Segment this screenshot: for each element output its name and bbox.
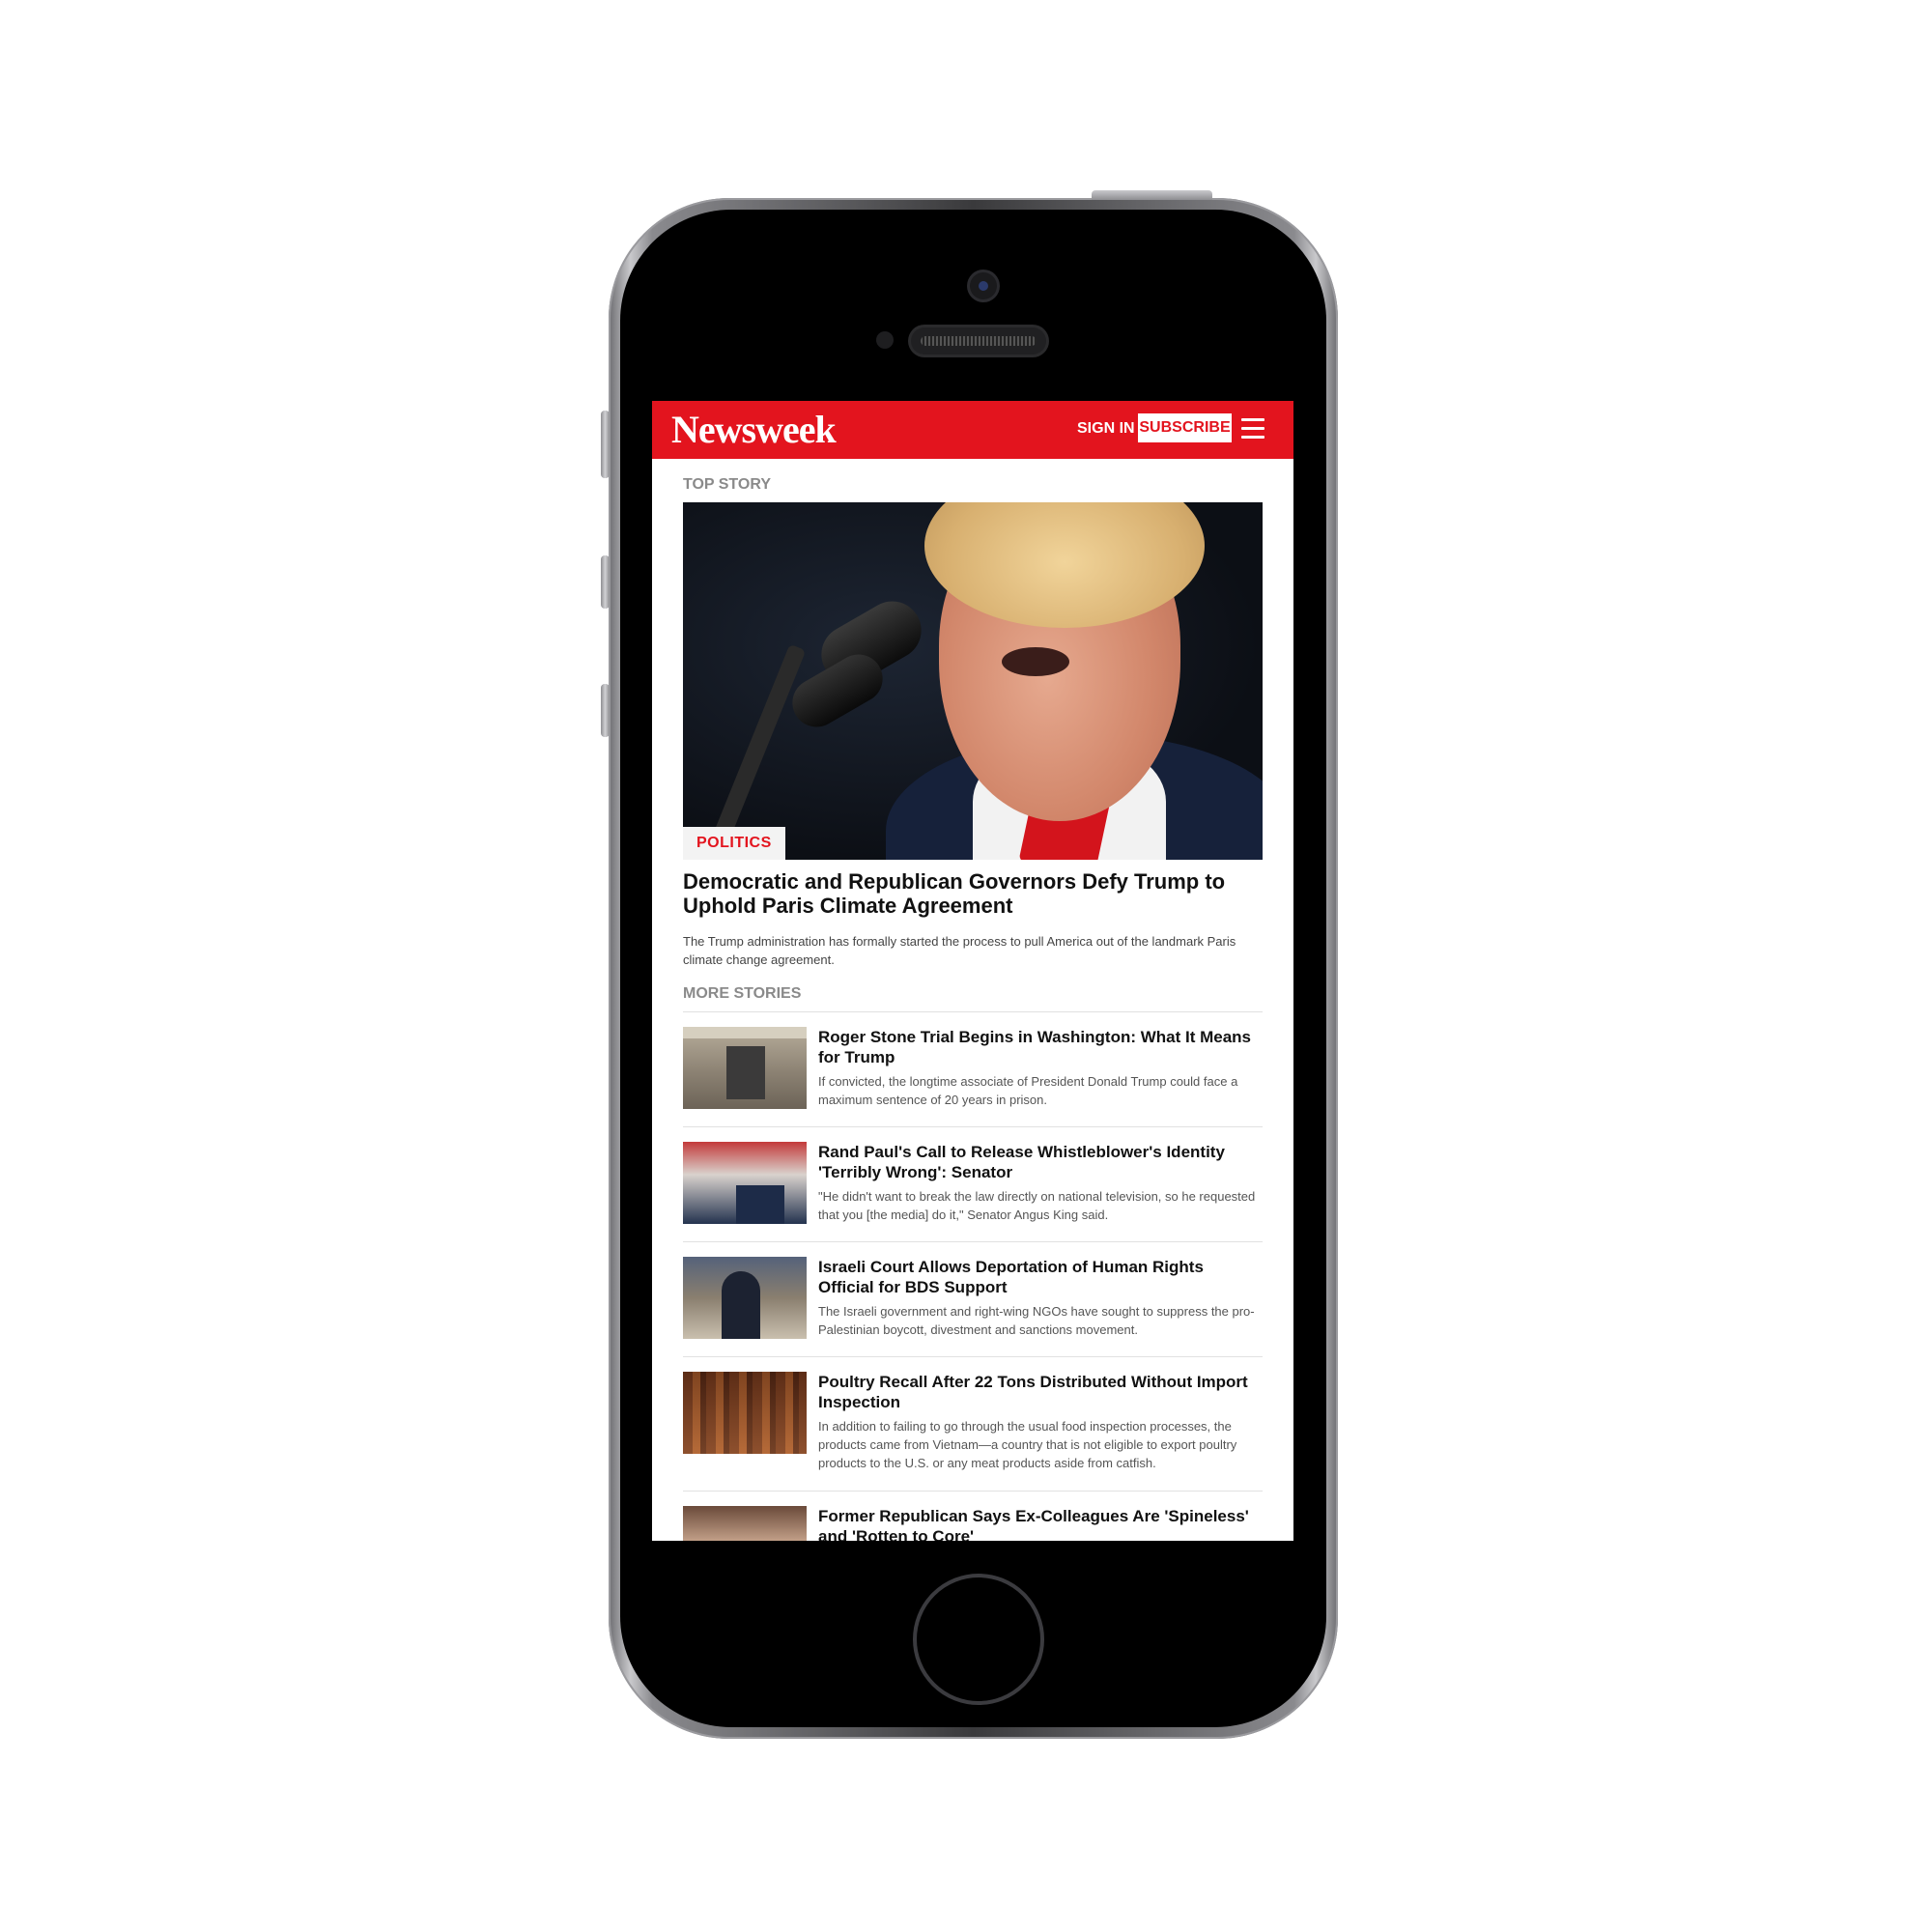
top-story-summary: The Trump administration has formally st… [683, 934, 1236, 967]
story-thumbnail[interactable] [683, 1372, 807, 1454]
story-headline[interactable]: Roger Stone Trial Begins in Washington: … [818, 1027, 1263, 1067]
category-tag[interactable]: POLITICS [683, 827, 785, 860]
top-story-label: TOP STORY [683, 476, 771, 493]
story-thumbnail[interactable] [683, 1142, 807, 1224]
story-headline[interactable]: Poultry Recall After 22 Tons Distributed… [818, 1372, 1263, 1412]
site-header: Newsweek SIGN IN SUBSCRIBE [652, 401, 1293, 459]
proximity-sensor [876, 331, 894, 349]
volume-up-button [601, 555, 610, 609]
top-story-headline[interactable]: Democratic and Republican Governors Defy… [683, 869, 1263, 918]
story-summary: "He didn't want to break the law directl… [818, 1189, 1256, 1222]
power-button [1092, 190, 1212, 200]
list-item[interactable]: Israeli Court Allows Deportation of Huma… [683, 1242, 1263, 1356]
story-thumbnail[interactable] [683, 1506, 807, 1541]
story-summary: If convicted, the longtime associate of … [818, 1074, 1238, 1107]
story-headline[interactable]: Israeli Court Allows Deportation of Huma… [818, 1257, 1263, 1297]
story-summary: The Israeli government and right-wing NG… [818, 1304, 1255, 1337]
top-story-image[interactable]: POLITICS [683, 502, 1263, 860]
volume-down-button [601, 684, 610, 737]
phone-screen: Newsweek SIGN IN SUBSCRIBE TOP STORY POL… [652, 401, 1293, 1541]
sign-in-link[interactable]: SIGN IN [1077, 420, 1135, 438]
newsweek-logo[interactable]: Newsweek [671, 407, 837, 452]
list-item[interactable]: Poultry Recall After 22 Tons Distributed… [683, 1357, 1263, 1491]
hamburger-menu-icon[interactable] [1241, 418, 1264, 440]
story-thumbnail[interactable] [683, 1257, 807, 1339]
subscribe-button[interactable]: SUBSCRIBE [1138, 413, 1232, 442]
front-camera-icon [970, 272, 997, 299]
earpiece-speaker [911, 327, 1046, 355]
story-headline[interactable]: Former Republican Says Ex-Colleagues Are… [818, 1506, 1263, 1541]
home-button[interactable] [913, 1574, 1044, 1705]
list-item[interactable]: Roger Stone Trial Begins in Washington: … [683, 1012, 1263, 1126]
mute-switch [601, 411, 610, 478]
story-summary: In addition to failing to go through the… [818, 1419, 1237, 1470]
story-thumbnail[interactable] [683, 1027, 807, 1109]
story-headline[interactable]: Rand Paul's Call to Release Whistleblowe… [818, 1142, 1263, 1182]
list-item[interactable]: Rand Paul's Call to Release Whistleblowe… [683, 1127, 1263, 1241]
list-item[interactable]: Former Republican Says Ex-Colleagues Are… [683, 1492, 1263, 1541]
more-stories-label: MORE STORIES [683, 985, 802, 1002]
